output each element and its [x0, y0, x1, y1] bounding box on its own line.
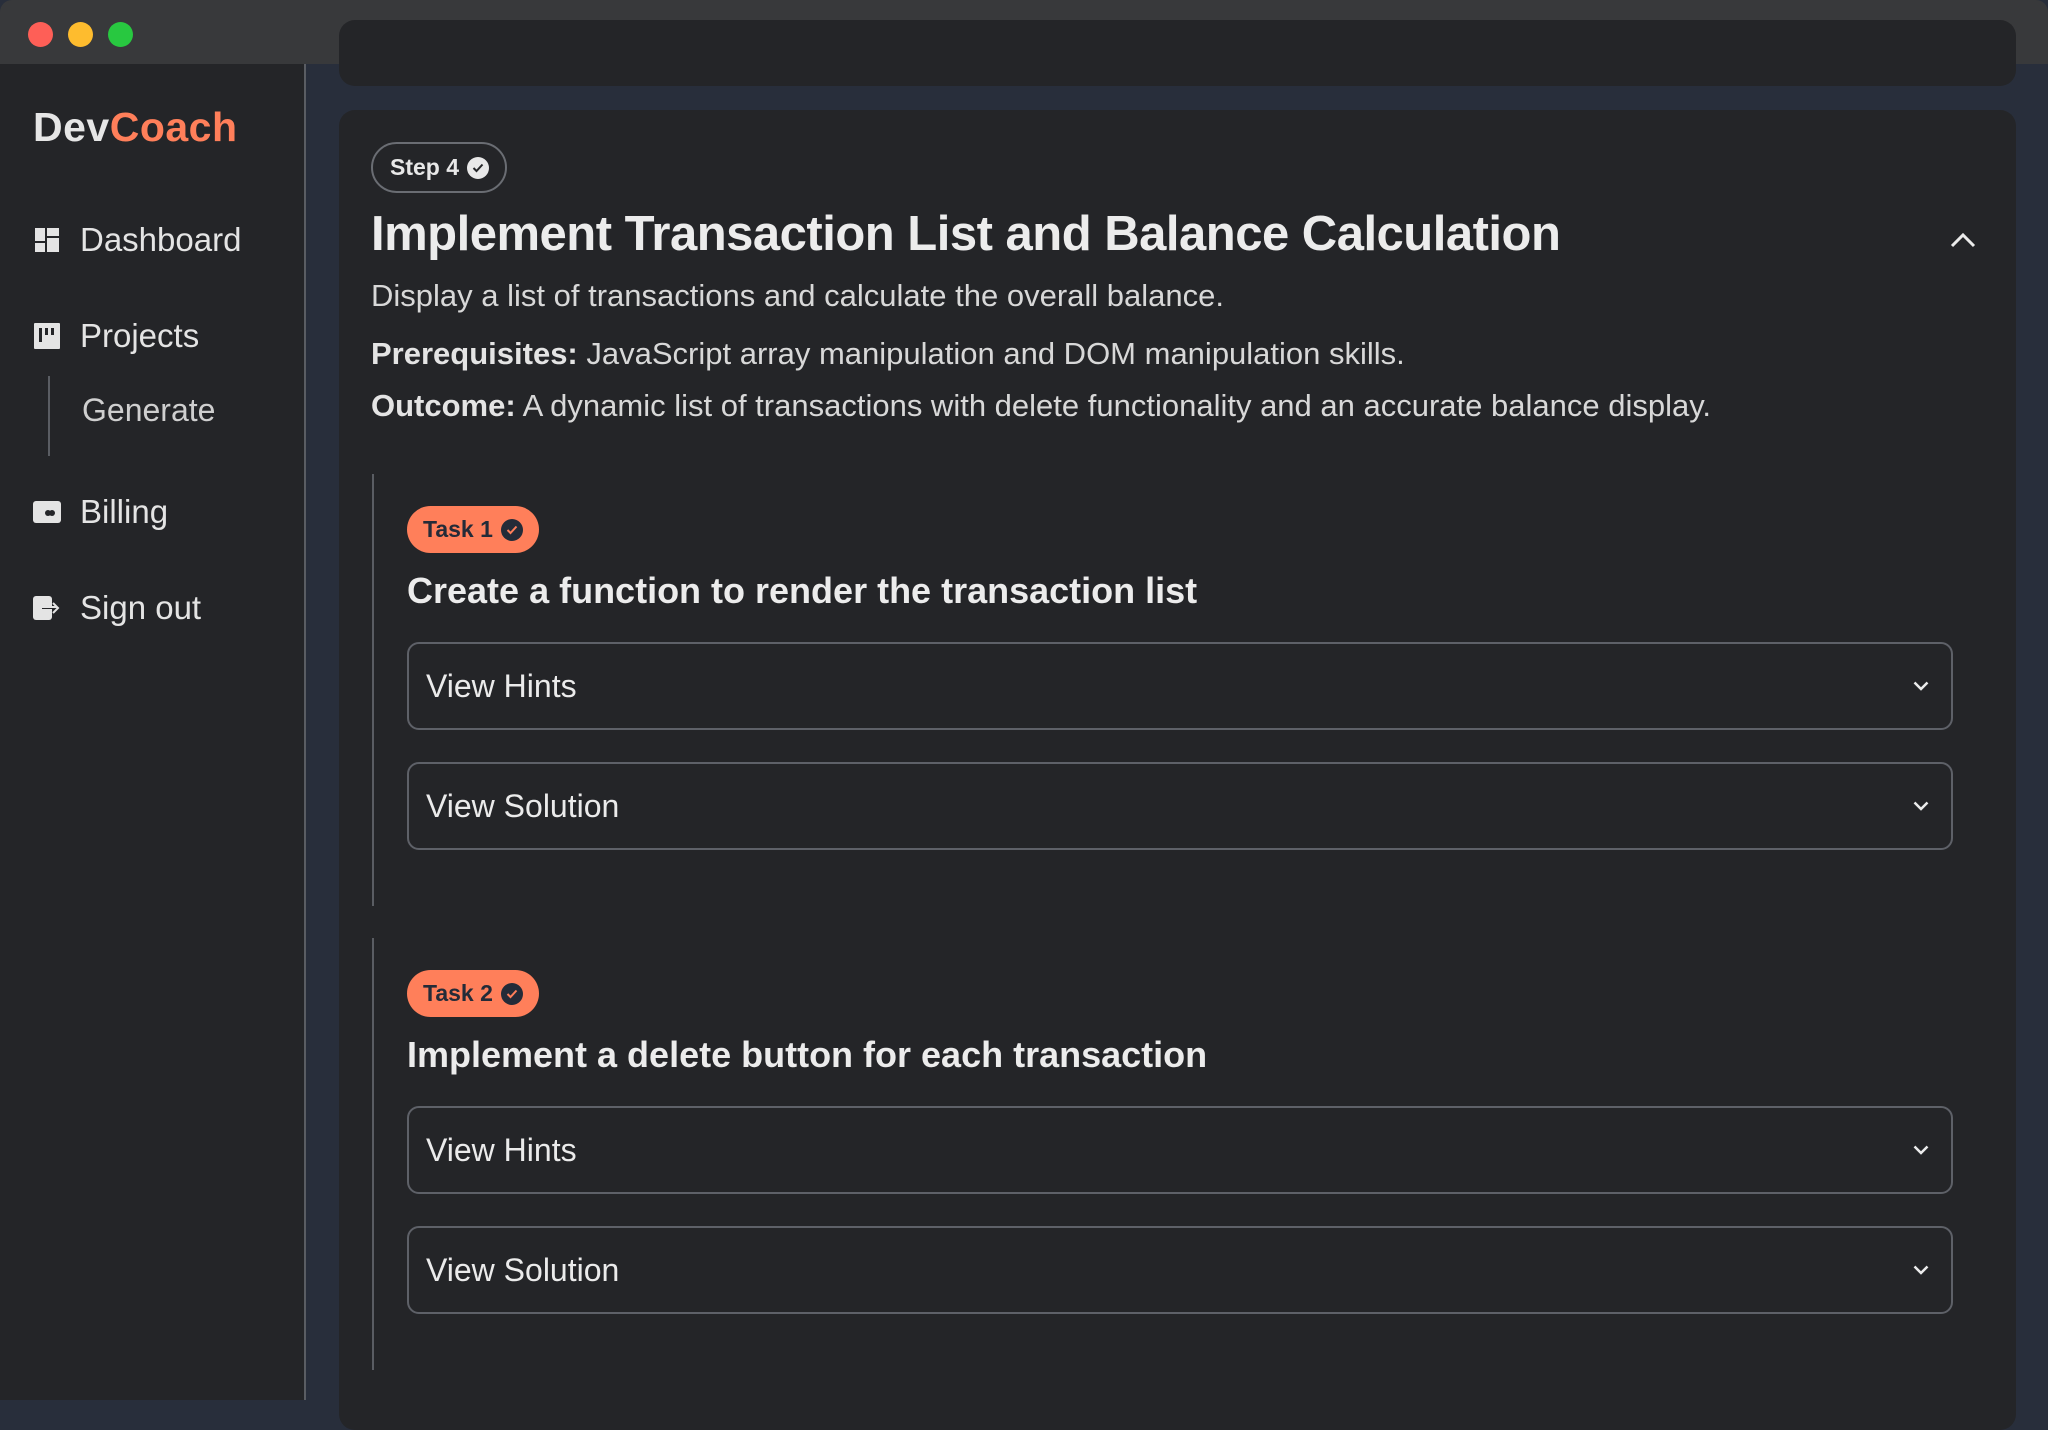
task-item: Task 1 Create a function to render the t… [372, 474, 1953, 906]
accordion-label: View Hints [426, 667, 577, 704]
step-card: Step 4 Implement Transaction List and Ba… [339, 110, 2016, 1430]
logo[interactable]: DevCoach [33, 104, 238, 151]
app-window: DevCoach Dashboard Projects Generate Bil… [0, 0, 2048, 1430]
sidebar-item-label: Dashboard [80, 221, 242, 258]
task-badge: Task 1 [407, 506, 539, 553]
step-badge-label: Step 4 [390, 154, 460, 180]
outcome-label: Outcome: [371, 388, 516, 423]
sidebar-item-label: Sign out [80, 589, 202, 626]
step-prerequisites: Prerequisites: JavaScript array manipula… [371, 336, 1405, 372]
task-badge-label: Task 2 [423, 980, 493, 1006]
sidebar-item-projects[interactable]: Projects [33, 314, 199, 358]
sidebar-item-label: Projects [80, 317, 200, 354]
accordion-label: View Solution [426, 1251, 620, 1288]
step-outcome: Outcome: A dynamic list of transactions … [371, 388, 1711, 424]
maximize-window-button[interactable] [108, 22, 133, 47]
prerequisites-label: Prerequisites: [371, 336, 578, 371]
sign-out-icon [33, 594, 61, 622]
accordion-label: View Solution [426, 787, 620, 824]
projects-icon [33, 322, 61, 350]
step-description: Display a list of transactions and calcu… [371, 278, 1224, 313]
view-hints-accordion[interactable]: View Hints [407, 642, 1953, 730]
sidebar-subitem-generate[interactable]: Generate [82, 392, 215, 429]
view-solution-accordion[interactable]: View Solution [407, 1226, 1953, 1314]
collapse-step-button[interactable] [1943, 220, 1983, 260]
sidebar-item-dashboard[interactable]: Dashboard [33, 218, 241, 262]
accordion-label: View Hints [426, 1131, 577, 1168]
view-solution-accordion[interactable]: View Solution [407, 762, 1953, 850]
check-circle-icon [467, 156, 490, 179]
sidebar-item-label: Billing [80, 493, 169, 530]
close-window-button[interactable] [28, 22, 53, 47]
check-circle-icon [500, 518, 523, 541]
task-title: Create a function to render the transact… [407, 570, 1198, 611]
minimize-window-button[interactable] [68, 22, 93, 47]
step-badge: Step 4 [371, 142, 508, 193]
sidebar-item-billing[interactable]: Billing [33, 490, 168, 534]
task-badge: Task 2 [407, 970, 539, 1017]
sidebar-item-sign-out[interactable]: Sign out [33, 586, 201, 630]
task-badge-label: Task 1 [423, 516, 493, 542]
chevron-down-icon [1913, 681, 1929, 691]
submenu-divider [48, 376, 50, 456]
step-title: Implement Transaction List and Balance C… [371, 207, 1561, 261]
chevron-down-icon [1913, 801, 1929, 811]
logo-coach: Coach [109, 104, 238, 150]
check-circle-icon [500, 982, 523, 1005]
task-item: Task 2 Implement a delete button for eac… [372, 938, 1953, 1370]
outcome-text: A dynamic list of transactions with dele… [515, 388, 1712, 423]
chevron-down-icon [1913, 1265, 1929, 1275]
chevron-down-icon [1913, 1145, 1929, 1155]
task-title: Implement a delete button for each trans… [407, 1034, 1208, 1075]
billing-icon [33, 498, 61, 526]
chevron-up-icon [1950, 232, 1976, 248]
dashboard-icon [33, 226, 61, 254]
view-hints-accordion[interactable]: View Hints [407, 1106, 1953, 1194]
sidebar: DevCoach Dashboard Projects Generate Bil… [0, 64, 306, 1400]
previous-step-card [339, 20, 2016, 86]
prerequisites-text: JavaScript array manipulation and DOM ma… [577, 336, 1405, 371]
logo-dev: Dev [33, 104, 110, 150]
